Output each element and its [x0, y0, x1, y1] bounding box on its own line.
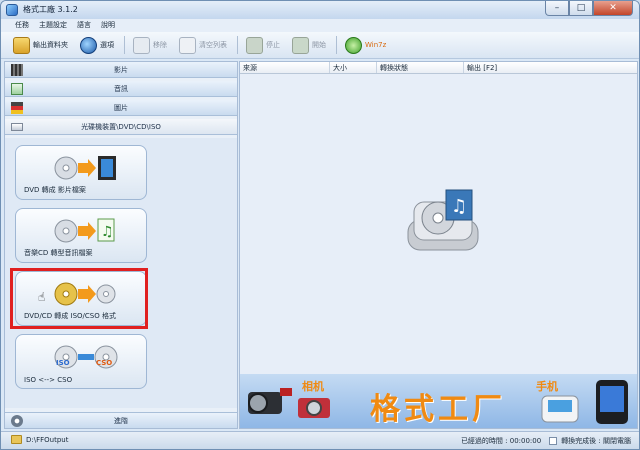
- selection-highlight: [10, 268, 148, 329]
- category-video-label: 影片: [114, 66, 128, 74]
- start-icon: [292, 36, 309, 54]
- category-video[interactable]: 影片: [5, 62, 237, 78]
- output-folder-button[interactable]: 輸出資料夾: [11, 34, 70, 56]
- toolbar-separator: [237, 36, 238, 54]
- cd-to-audio-icon: ♫: [54, 218, 115, 243]
- format-factory-logo: ♫: [407, 189, 479, 251]
- toolbar-separator: [336, 36, 337, 54]
- maximize-button[interactable]: □: [569, 1, 593, 16]
- category-audio[interactable]: 音訊: [5, 81, 237, 97]
- options-icon: [80, 36, 97, 54]
- options-button[interactable]: 選項: [78, 34, 116, 56]
- output-path: D:\FFOutput: [26, 435, 69, 444]
- list-header: 來源 大小 轉換狀態 輸出 [F2]: [240, 62, 637, 74]
- toolbar: 輸出資料夾 選項 移除 清空列表 停止 開始 Win7z: [1, 32, 639, 59]
- folder-icon: [13, 36, 30, 54]
- svg-text:♫: ♫: [101, 224, 114, 240]
- shutdown-checkbox[interactable]: [549, 437, 558, 445]
- start-button[interactable]: 開始: [290, 34, 328, 56]
- task-cd-to-audio[interactable]: ♫ 音樂CD 轉型音訊檔案: [15, 208, 147, 263]
- stop-label: 停止: [266, 41, 280, 49]
- menu-theme[interactable]: 主題設定: [39, 19, 67, 32]
- after-convert-label: 轉換完成後 : 關閉電腦: [561, 437, 631, 445]
- category-rom-device[interactable]: 光碟機裝置\DVD\CD\ISO: [5, 119, 237, 135]
- banner-title: 格式工厂: [370, 392, 506, 427]
- category-audio-label: 音訊: [114, 85, 128, 93]
- toolbar-separator: [124, 36, 125, 54]
- category-advanced-label: 進階: [114, 417, 128, 425]
- output-path-area[interactable]: D:\FFOutput: [11, 435, 68, 444]
- output-folder-label: 輸出資料夾: [33, 41, 68, 49]
- win7z-label: Win7z: [365, 41, 387, 49]
- column-output[interactable]: 輸出 [F2]: [464, 62, 637, 73]
- category-image[interactable]: 圖片: [5, 100, 237, 116]
- column-size[interactable]: 大小: [330, 62, 377, 73]
- category-advanced[interactable]: 進階: [5, 412, 237, 428]
- window-title: 格式工廠 3.1.2: [23, 5, 78, 14]
- camera-label: 相机: [302, 380, 324, 393]
- task-iso-cso-label: ISO <--> CSO: [24, 376, 73, 384]
- smartphone-icon: [596, 380, 628, 424]
- options-label: 選項: [100, 41, 114, 49]
- stop-button[interactable]: 停止: [244, 34, 282, 56]
- clear-list-icon: [179, 36, 196, 54]
- category-rom-label: 光碟機裝置\DVD\CD\ISO: [81, 123, 161, 131]
- win7z-button[interactable]: Win7z: [343, 34, 388, 56]
- menu-bar: 任務 主題設定 語言 說明: [1, 19, 639, 32]
- task-dvd-to-video-label: DVD 轉成 影片檔案: [24, 186, 86, 194]
- camcorder-icon: [248, 388, 292, 414]
- folder-icon: [11, 435, 22, 444]
- minimize-button[interactable]: –: [545, 1, 569, 16]
- iso-badge: ISO: [56, 359, 70, 367]
- remove-button[interactable]: 移除: [131, 34, 169, 56]
- title-bar[interactable]: 格式工廠 3.1.2 – □ ✕: [1, 1, 639, 19]
- file-list-panel: 來源 大小 轉換狀態 輸出 [F2] ♫ 相机 格式工厂 手机: [239, 61, 638, 429]
- category-image-label: 圖片: [114, 104, 128, 112]
- menu-help[interactable]: 說明: [101, 19, 115, 32]
- start-label: 開始: [312, 41, 326, 49]
- status-right: 已經過的時間 : 00:00:00 轉換完成後 : 關閉電腦: [461, 436, 631, 446]
- camera-icon: [298, 398, 330, 418]
- phone-icon: [541, 395, 579, 423]
- task-panel: 影片 音訊 圖片 光碟機裝置\DVD\CD\ISO DVD 轉成 影片檔案 ♫ …: [4, 61, 238, 429]
- stop-icon: [246, 36, 263, 54]
- column-source[interactable]: 來源: [240, 62, 330, 73]
- promo-banner[interactable]: 相机 格式工厂 手机: [240, 374, 637, 428]
- remove-label: 移除: [153, 41, 167, 49]
- menu-language[interactable]: 語言: [77, 19, 91, 32]
- clear-list-label: 清空列表: [199, 41, 227, 49]
- task-dvd-to-video[interactable]: DVD 轉成 影片檔案: [15, 145, 147, 200]
- task-iso-cso[interactable]: ISO CSO ISO <--> CSO: [15, 334, 147, 389]
- main-window: 格式工廠 3.1.2 – □ ✕ 任務 主題設定 語言 說明 輸出資料夾 選項 …: [0, 0, 640, 450]
- status-bar: D:\FFOutput 已經過的時間 : 00:00:00 轉換完成後 : 關閉…: [1, 431, 639, 449]
- remove-icon: [133, 36, 150, 54]
- svg-text:♫: ♫: [451, 196, 467, 217]
- elapsed-time: 已經過的時間 : 00:00:00: [460, 437, 542, 445]
- column-status[interactable]: 轉換狀態: [377, 62, 464, 73]
- clear-list-button[interactable]: 清空列表: [177, 34, 229, 56]
- cso-badge: CSO: [96, 359, 113, 367]
- iso-cso-icon: [54, 345, 118, 369]
- win7z-icon: [345, 36, 362, 54]
- dvd-to-video-icon: [54, 156, 116, 180]
- window-controls: – □ ✕: [545, 1, 633, 16]
- close-button[interactable]: ✕: [593, 1, 633, 16]
- task-cd-to-audio-label: 音樂CD 轉型音訊檔案: [24, 249, 93, 257]
- menu-task[interactable]: 任務: [15, 19, 29, 32]
- app-icon: [6, 4, 18, 16]
